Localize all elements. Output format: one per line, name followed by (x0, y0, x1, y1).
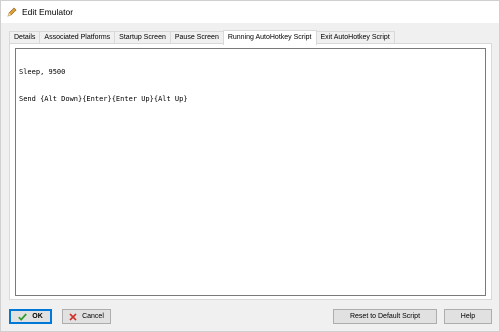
ok-button-label: OK (32, 313, 43, 320)
reset-button-label: Reset to Default Script (349, 313, 421, 320)
script-line: Sleep, 9500 (19, 68, 66, 76)
help-button[interactable]: Help (444, 309, 492, 324)
ok-button[interactable]: OK (9, 309, 52, 324)
checkmark-icon (18, 312, 28, 321)
edit-emulator-window: Edit Emulator Details Associated Platfor… (0, 0, 500, 332)
cancel-button-label: Cancel (82, 313, 104, 320)
help-button-label: Help (460, 313, 476, 320)
tab-strip: Details Associated Platforms Startup Scr… (9, 30, 395, 45)
script-line: Send {Alt Down}{Enter}{Enter Up}{Alt Up} (19, 95, 188, 103)
script-editor[interactable]: Sleep, 9500 Send {Alt Down}{Enter}{Enter… (15, 48, 486, 296)
cross-icon (69, 312, 77, 321)
tab-running-autohotkey-script[interactable]: Running AutoHotkey Script (222, 30, 317, 45)
cancel-button[interactable]: Cancel (62, 309, 111, 324)
window-title: Edit Emulator (22, 7, 74, 17)
title-bar: Edit Emulator (1, 1, 499, 23)
pencil-icon (7, 7, 17, 17)
tab-panel: Sleep, 9500 Send {Alt Down}{Enter}{Enter… (9, 43, 492, 300)
reset-to-default-script-button[interactable]: Reset to Default Script (333, 309, 437, 324)
